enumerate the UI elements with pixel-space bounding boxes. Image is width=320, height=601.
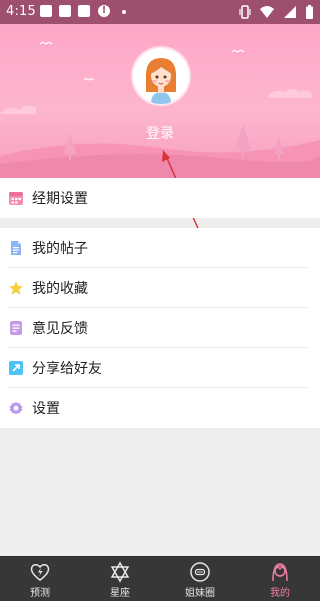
- share-icon: [9, 361, 23, 375]
- status-time: 4:15: [6, 4, 36, 19]
- tree-shape: [242, 150, 244, 158]
- tab-label: 星座: [110, 588, 130, 599]
- bird-icon: [39, 41, 53, 45]
- system-icons: [235, 4, 314, 20]
- tab-sisters-circle[interactable]: 姐妹圈: [160, 557, 240, 601]
- calendar-icon: [9, 192, 23, 205]
- login-button[interactable]: 登录: [140, 123, 180, 143]
- girl-avatar-icon: [145, 58, 177, 104]
- chat-bubble-icon: [190, 562, 210, 582]
- gear-icon: [9, 401, 23, 415]
- tab-me[interactable]: 我的: [240, 557, 320, 601]
- battery-icon: [306, 5, 313, 19]
- notification-icon: [78, 5, 90, 17]
- menu-item-label: 我的帖子: [32, 241, 88, 257]
- tree-shape: [274, 136, 284, 154]
- document-icon: [11, 241, 21, 255]
- menu-item-my-favorites[interactable]: 我的收藏: [0, 268, 320, 308]
- menu-item-period-settings[interactable]: 经期设置: [0, 178, 320, 218]
- menu-item-share[interactable]: 分享给好友: [0, 348, 320, 388]
- cloud-shape: [268, 89, 312, 98]
- tab-label: 我的: [270, 588, 290, 599]
- menu-item-my-posts[interactable]: 我的帖子: [0, 228, 320, 268]
- wifi-icon: [259, 6, 274, 18]
- girl-icon: [272, 563, 288, 582]
- tab-predict[interactable]: 预测: [0, 557, 80, 601]
- tree-shape: [278, 154, 280, 159]
- star-icon: [9, 281, 23, 295]
- profile-header: 登录: [0, 24, 320, 178]
- menu-item-label: 经期设置: [32, 191, 88, 207]
- bottom-tab-bar: 预测 星座 姐妹圈 我的: [0, 556, 320, 601]
- tree-shape: [69, 154, 71, 160]
- menu-item-feedback[interactable]: 意见反馈: [0, 308, 320, 348]
- menu-item-label: 意见反馈: [32, 321, 88, 337]
- tab-constellation[interactable]: 星座: [80, 557, 160, 601]
- menu-card-primary: 经期设置: [0, 178, 320, 218]
- tree-shape: [64, 132, 76, 154]
- menu-item-settings[interactable]: 设置: [0, 388, 320, 428]
- alert-icon: !: [98, 5, 110, 17]
- tree-shape: [235, 124, 251, 150]
- tab-label: 姐妹圈: [185, 588, 215, 599]
- vibrate-icon: [238, 5, 251, 19]
- signal-icon: [283, 6, 296, 18]
- star-of-david-icon: [110, 561, 130, 583]
- menu-item-label: 分享给好友: [32, 361, 102, 377]
- notification-icon: [59, 5, 71, 17]
- menu-card-secondary: 我的帖子 我的收藏 意见反馈 分享给好友 设置: [0, 228, 320, 428]
- heart-bolt-icon: [30, 564, 50, 581]
- avatar[interactable]: [133, 48, 189, 104]
- notification-icon: [40, 5, 52, 17]
- feedback-icon: [10, 321, 22, 335]
- tab-label: 预测: [30, 588, 50, 599]
- menu-item-label: 设置: [32, 401, 60, 417]
- more-notifications-dot: [122, 10, 126, 14]
- bird-icon: [83, 78, 95, 81]
- bird-icon: [231, 49, 245, 53]
- status-bar: 4:15 !: [0, 0, 320, 24]
- cloud-shape: [0, 105, 36, 114]
- menu-item-label: 我的收藏: [32, 281, 88, 297]
